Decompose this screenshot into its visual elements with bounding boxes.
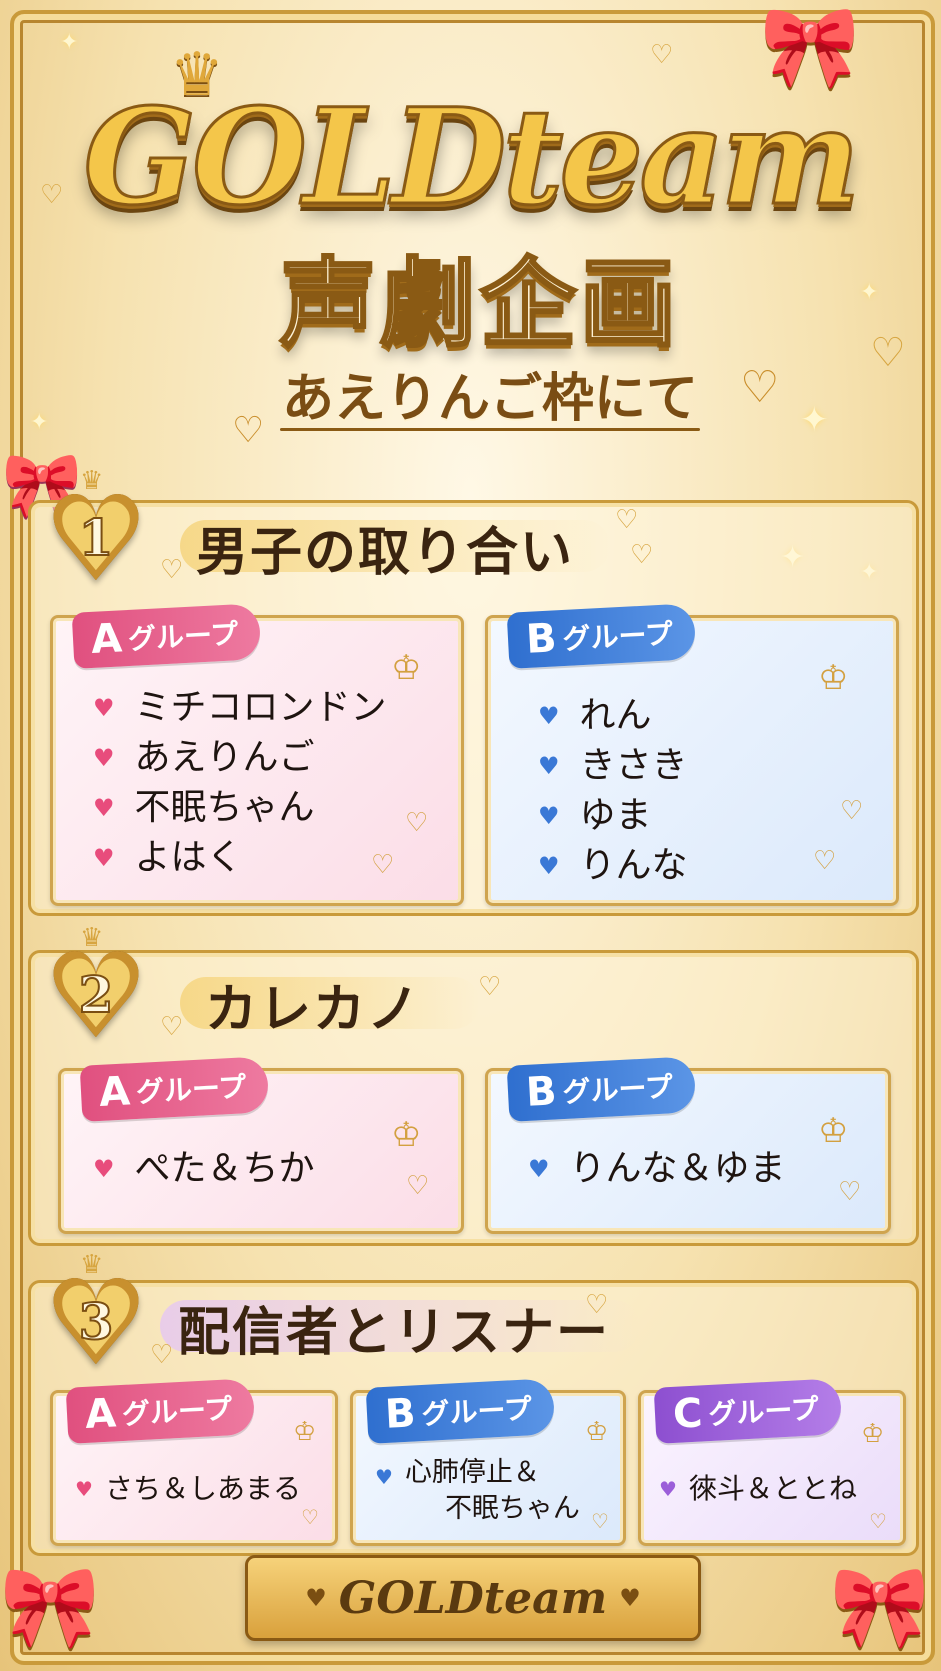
footer-banner: ♥ GOLDteam ♥	[245, 1555, 701, 1641]
crown-icon: ♔	[818, 1111, 849, 1151]
heart-icon: ♥	[619, 1584, 641, 1612]
member-item: ♥ あえりんご	[93, 737, 315, 778]
crown-icon: ♔	[391, 1115, 422, 1155]
heart-bullet-icon: ♥	[538, 702, 560, 730]
subtitle-underline	[280, 428, 700, 431]
crown-icon: ♔	[585, 1417, 609, 1447]
heart-bullet-icon: ♥	[93, 744, 115, 772]
section-number-badge: ♛ ♥ ♥ 1	[40, 466, 152, 598]
bottom-left-bow-icon: 🎀	[0, 1560, 100, 1653]
section-number: 1	[78, 507, 115, 568]
section-number-badge: ♛ ♥ ♥ 2	[40, 923, 152, 1055]
section-title: 男子の取り合い	[196, 523, 575, 583]
sparkle-icon: ✦	[60, 30, 79, 55]
group-tag: B グループ	[365, 1378, 556, 1444]
member-item: ♥ 不眠ちゃん	[93, 787, 315, 828]
heart-icon: ♡	[150, 1340, 174, 1370]
heart-bullet-icon: ♥	[93, 694, 115, 722]
heart-icon: ♡	[301, 1505, 319, 1529]
member-item: ♥ きさき	[538, 745, 688, 786]
heart-icon: ♡	[615, 505, 639, 535]
member-item: ♥ 徠斗＆ととね	[659, 1472, 857, 1505]
heart-bullet-icon: ♥	[659, 1477, 677, 1501]
member-item: ♥ 心肺停止＆ 不眠ちゃん	[375, 1457, 580, 1524]
crown-icon: ♔	[861, 1419, 885, 1449]
heart-icon: ♡	[160, 1012, 184, 1042]
group-card-b: B グループ ♔ ♡ ♥ 心肺停止＆ 不眠ちゃん	[350, 1378, 626, 1546]
member-item: ♥ りんな＆ゆま	[528, 1148, 786, 1189]
crown-icon: ♔	[818, 658, 849, 698]
heart-bullet-icon: ♥	[375, 1465, 393, 1489]
heart-icon: ♡	[869, 1509, 887, 1533]
heart-icon: ♡	[591, 1509, 609, 1533]
heart-icon: ♡	[585, 1290, 609, 1320]
section-number: 2	[78, 964, 115, 1025]
group-card-b: B グループ ♔ ♡ ♡ ♥ れん ♥ きさき ♥ ゆま ♥ りんな	[485, 603, 899, 906]
heart-icon: ♡	[840, 796, 864, 826]
heart-icon: ♡	[813, 846, 837, 876]
heart-icon: ♡	[650, 40, 674, 70]
group-card-a: A グループ ♔ ♡ ♡ ♥ ミチコロンドン ♥ あえりんご ♥ 不眠ちゃん ♥ よはく	[50, 603, 464, 906]
heart-bullet-icon: ♥	[93, 794, 115, 822]
member-item: ♥ ゆま	[538, 795, 652, 836]
heart-icon: ♡	[160, 555, 184, 585]
member-item: ♥ よはく	[93, 837, 243, 878]
poster: 🎀 🎀 🎀 🎀 ✦ ✦ ✦ ✦ ✦ ✦ ♡ ♡ ♡ ♛ GOLDteam 声劇企…	[0, 0, 941, 1671]
footer-brand: GOLDteam	[338, 1572, 608, 1624]
sparkle-icon: ✦	[860, 280, 879, 305]
crown-icon: ♔	[391, 648, 422, 688]
member-item: ♥ ぺた＆ちか	[93, 1148, 315, 1189]
group-tag: B グループ	[506, 603, 697, 669]
heart-bullet-icon: ♥	[93, 844, 115, 872]
crown-icon: ♔	[293, 1417, 317, 1447]
main-title: 声劇企画	[279, 247, 680, 362]
heart-bullet-icon: ♥	[528, 1155, 550, 1183]
group-tag: C グループ	[653, 1378, 843, 1444]
section-number: 3	[78, 1291, 115, 1352]
brand-title: GOLDteam	[82, 79, 862, 237]
section-number-badge: ♛ ♥ ♥ 3	[40, 1250, 152, 1382]
heart-icon: ♡	[405, 808, 429, 838]
member-item: ♥ さち＆しあまる	[75, 1472, 301, 1505]
heart-icon: ♡	[371, 850, 395, 880]
heart-icon: ♡	[740, 362, 780, 413]
group-tag: A グループ	[79, 1056, 270, 1122]
heart-bullet-icon: ♥	[538, 802, 560, 830]
member-item: ♥ りんな	[538, 845, 688, 886]
group-tag: A グループ	[65, 1378, 256, 1444]
heart-bullet-icon: ♥	[75, 1477, 93, 1501]
heart-bullet-icon: ♥	[93, 1155, 115, 1183]
section-title: 配信者とリスナー	[178, 1303, 611, 1363]
group-tag: A グループ	[71, 603, 262, 669]
group-card-a: A グループ ♔ ♡ ♥ さち＆しあまる	[50, 1378, 338, 1546]
subtitle: あえりんご枠にて	[281, 369, 698, 429]
heart-icon: ♡	[870, 330, 906, 376]
heart-icon: ♡	[630, 540, 654, 570]
group-tag: B グループ	[506, 1056, 697, 1122]
heart-icon: ♥	[305, 1584, 327, 1612]
heart-bullet-icon: ♥	[538, 752, 560, 780]
heart-icon: ♡	[838, 1177, 862, 1207]
group-card-c: C グループ ♔ ♡ ♥ 徠斗＆ととね	[638, 1378, 906, 1546]
group-card-b: B グループ ♔ ♡ ♥ りんな＆ゆま	[485, 1056, 891, 1234]
sparkle-icon: ✦	[30, 410, 49, 435]
heart-icon: ♡	[478, 972, 502, 1002]
section-title: カレカノ	[205, 980, 422, 1040]
member-item: ♥ ミチコロンドン	[93, 687, 387, 728]
heart-icon: ♡	[406, 1171, 430, 1201]
group-card-a: A グループ ♔ ♡ ♥ ぺた＆ちか	[58, 1056, 464, 1234]
member-item: ♥ れん	[538, 695, 652, 736]
bottom-right-bow-icon: 🎀	[830, 1560, 930, 1653]
heart-bullet-icon: ♥	[538, 852, 560, 880]
sparkle-icon: ✦	[800, 400, 829, 440]
